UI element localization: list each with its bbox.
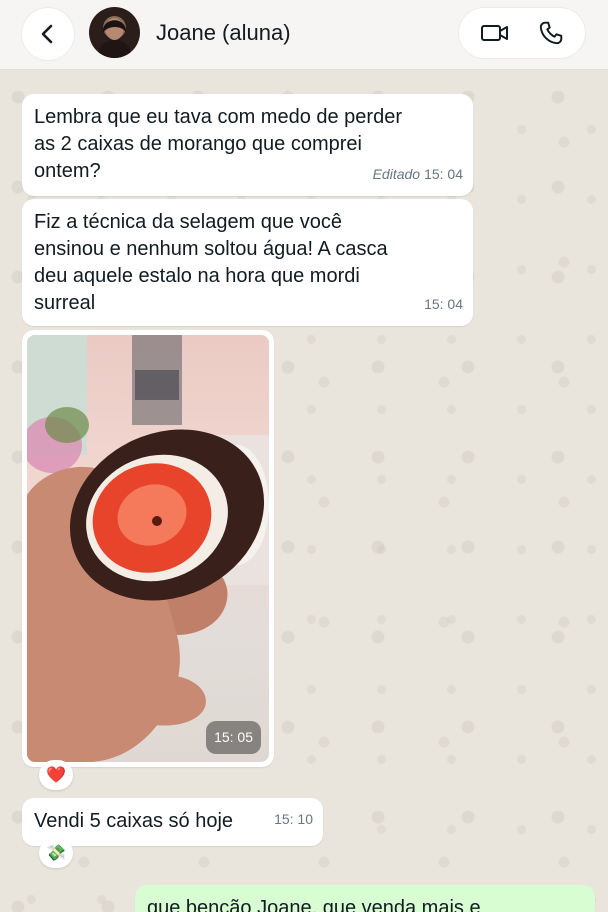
message-time: 15: 04 — [424, 166, 463, 182]
chat-header: Joane (aluna) — [0, 0, 608, 70]
heart-reaction[interactable]: ❤️ — [39, 760, 73, 790]
message-meta: Editado 15: 04 — [373, 161, 463, 188]
message-bubble[interactable]: Vendi 5 caixas só hoje 15: 10 — [22, 798, 323, 846]
call-actions — [459, 8, 585, 58]
message-bubble[interactable]: Lembra que eu tava com medo de perder as… — [22, 94, 473, 196]
photo-message[interactable]: 15: 05 — [22, 330, 274, 767]
avatar[interactable] — [89, 7, 140, 58]
video-call-button[interactable] — [463, 8, 526, 58]
edited-label: Editado — [372, 166, 421, 182]
message-text: que benção Joane, que venda mais e — [147, 897, 481, 912]
money-reaction[interactable]: 💸 — [39, 838, 73, 868]
chevron-left-icon — [41, 24, 53, 44]
message-time: 15: 05 — [206, 721, 261, 754]
message-text: Vendi 5 caixas só hoje — [34, 810, 234, 832]
phone-icon — [539, 21, 562, 45]
photo-illustration — [27, 335, 269, 762]
message-bubble[interactable]: Fiz a técnica da selagem que você ensino… — [22, 199, 473, 326]
message-text: Fiz a técnica da selagem que você ensino… — [34, 211, 388, 314]
message-time: 15: 04 — [424, 296, 463, 312]
message-time: 15: 10 — [274, 811, 313, 827]
voice-call-button[interactable] — [519, 8, 582, 58]
chat-area[interactable]: Lembra que eu tava com medo de perder as… — [0, 70, 608, 912]
back-button[interactable] — [22, 8, 74, 60]
contact-name[interactable]: Joane (aluna) — [156, 20, 291, 46]
outgoing-message-bubble[interactable]: que benção Joane, que venda mais e — [135, 885, 595, 912]
strawberry-bonbon-photo[interactable]: 15: 05 — [27, 335, 269, 762]
video-camera-icon — [480, 25, 508, 41]
